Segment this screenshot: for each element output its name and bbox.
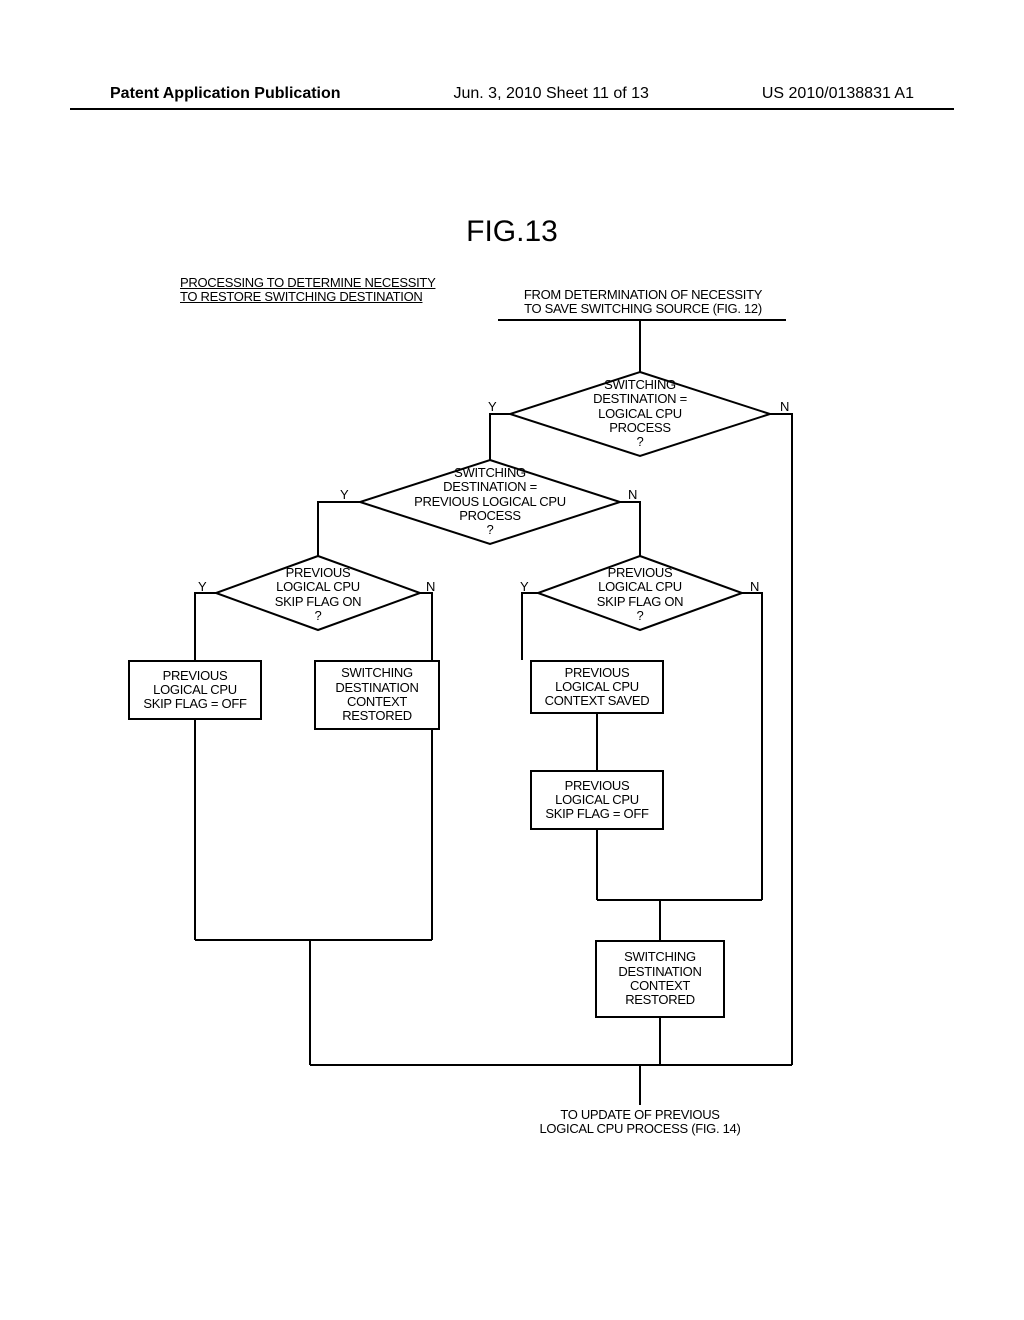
from-label: FROM DETERMINATION OF NECESSITYTO SAVE S… xyxy=(498,288,788,317)
d2-y: Y xyxy=(340,488,348,502)
d4-n: N xyxy=(750,580,759,594)
flowchart: PROCESSING TO DETERMINE NECESSITYTO REST… xyxy=(0,0,1024,1320)
decision-d1: SWITCHINGDESTINATION =LOGICAL CPUPROCESS… xyxy=(560,378,720,449)
process-p4-label: PREVIOUSLOGICAL CPUSKIP FLAG = OFF xyxy=(545,779,648,822)
flowchart-title: PROCESSING TO DETERMINE NECESSITYTO REST… xyxy=(180,276,460,305)
process-p4: PREVIOUSLOGICAL CPUSKIP FLAG = OFF xyxy=(530,770,664,830)
to-label: TO UPDATE OF PREVIOUSLOGICAL CPU PROCESS… xyxy=(520,1108,760,1137)
process-p2-label: SWITCHINGDESTINATIONCONTEXTRESTORED xyxy=(335,666,418,723)
d3-y: Y xyxy=(198,580,206,594)
decision-d2: SWITCHINGDESTINATION =PREVIOUS LOGICAL C… xyxy=(400,466,580,537)
d4-y: Y xyxy=(520,580,528,594)
d3-n: N xyxy=(426,580,435,594)
process-p5-label: SWITCHINGDESTINATIONCONTEXTRESTORED xyxy=(618,950,701,1007)
process-p3: PREVIOUSLOGICAL CPUCONTEXT SAVED xyxy=(530,660,664,714)
d1-n: N xyxy=(780,400,789,414)
process-p1-label: PREVIOUSLOGICAL CPUSKIP FLAG = OFF xyxy=(143,669,246,712)
process-p3-label: PREVIOUSLOGICAL CPUCONTEXT SAVED xyxy=(545,666,650,709)
process-p5: SWITCHINGDESTINATIONCONTEXTRESTORED xyxy=(595,940,725,1018)
d1-y: Y xyxy=(488,400,496,414)
process-p2: SWITCHINGDESTINATIONCONTEXTRESTORED xyxy=(314,660,440,730)
decision-d4: PREVIOUSLOGICAL CPUSKIP FLAG ON? xyxy=(570,566,710,623)
process-p1: PREVIOUSLOGICAL CPUSKIP FLAG = OFF xyxy=(128,660,262,720)
d2-n: N xyxy=(628,488,637,502)
decision-d3: PREVIOUSLOGICAL CPUSKIP FLAG ON? xyxy=(248,566,388,623)
